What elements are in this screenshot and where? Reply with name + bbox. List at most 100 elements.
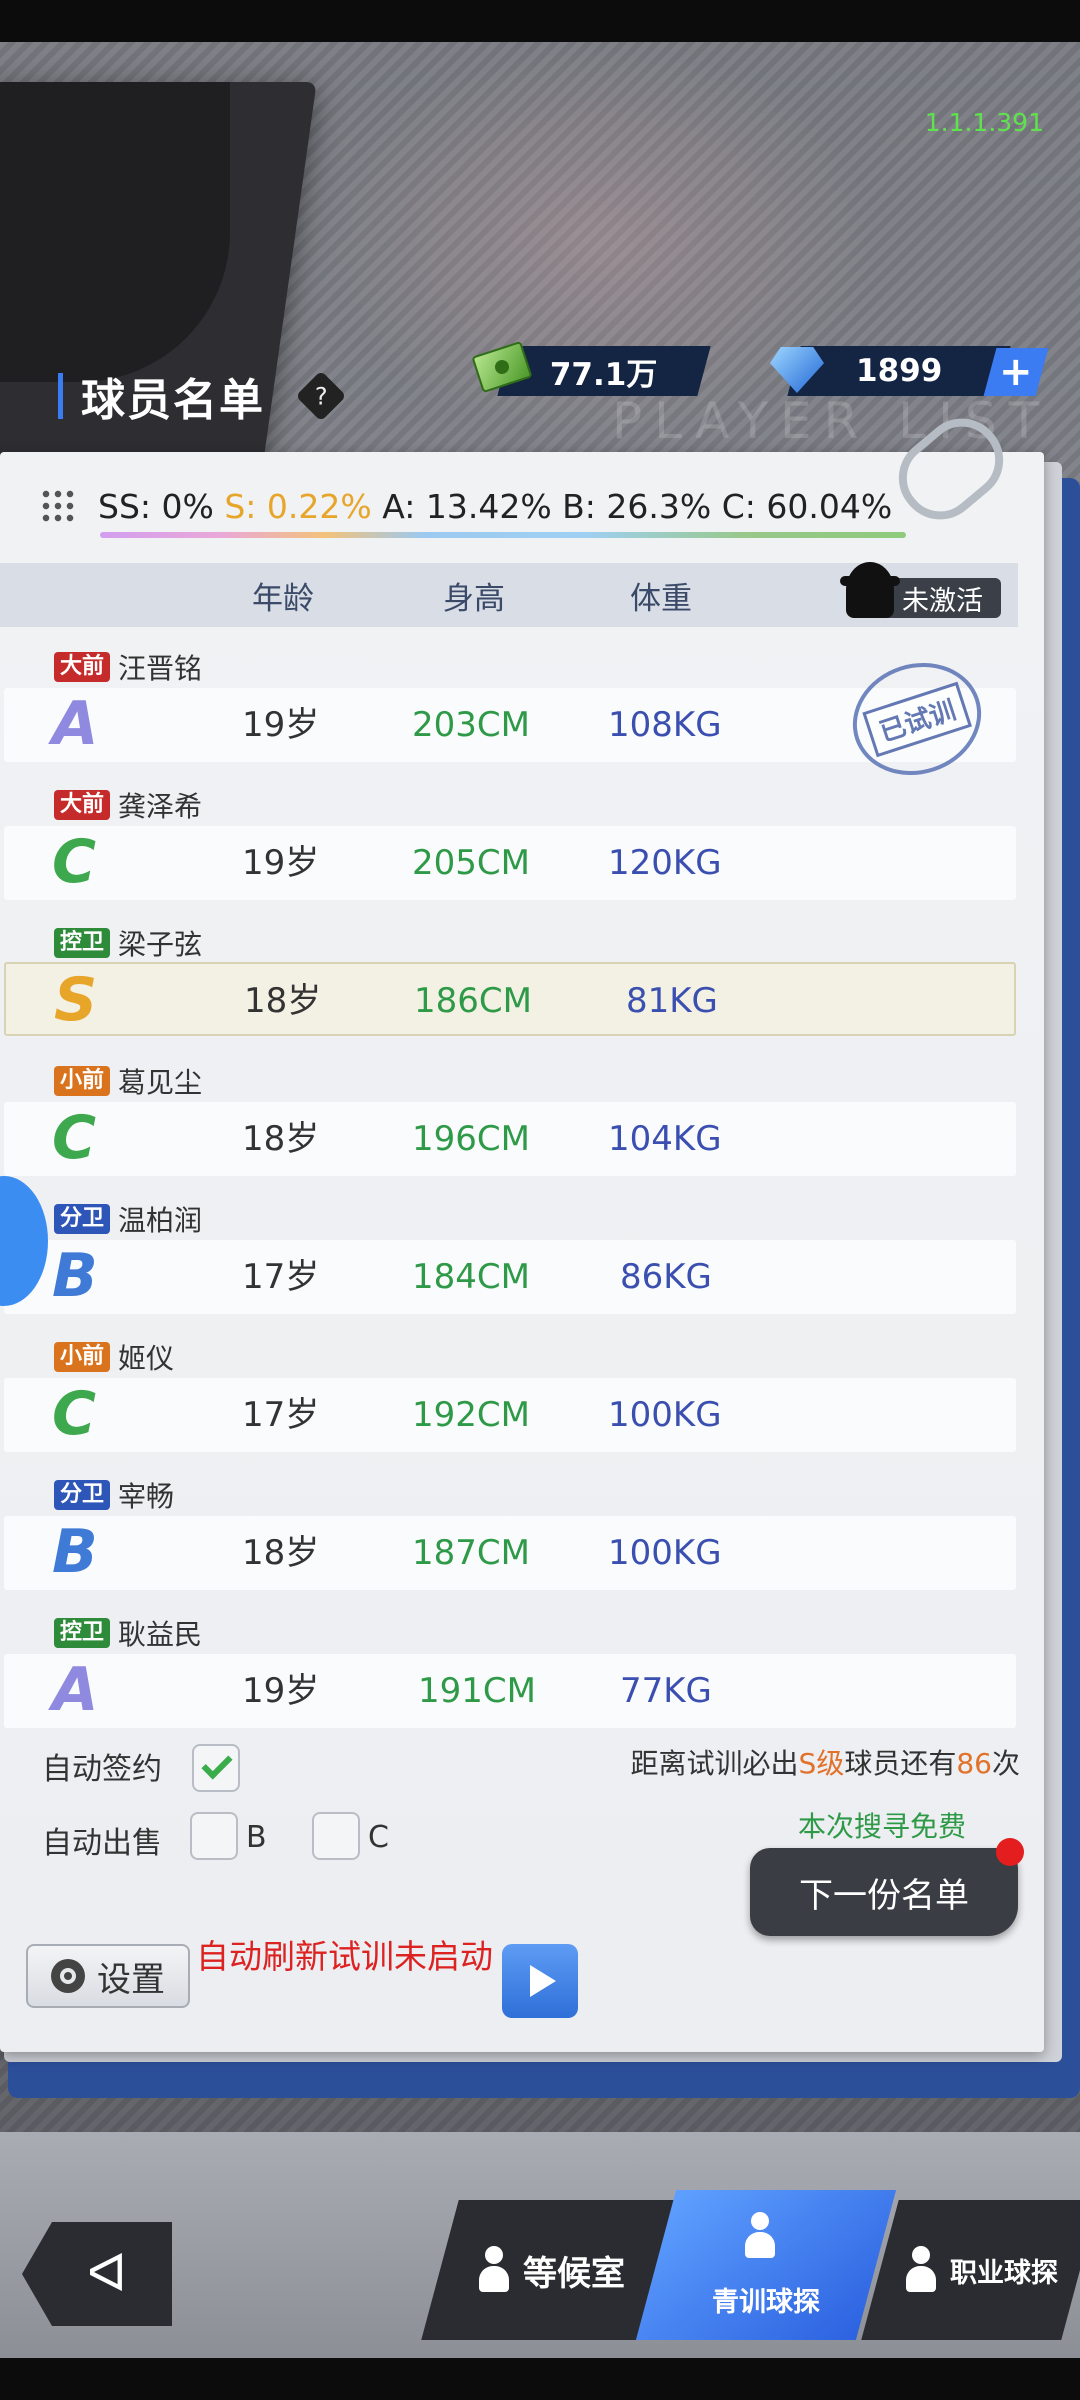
player-name: 汪晋铭 <box>118 652 203 685</box>
tab-content: 青训球探 <box>712 2211 820 2319</box>
title-accent-bar <box>58 373 63 419</box>
sell-c-checkbox[interactable] <box>312 1812 360 1860</box>
player-weight: 81KG <box>626 981 718 1021</box>
stamp-text: 已试训 <box>862 681 972 757</box>
tab-youth-scout[interactable]: 青训球探 <box>635 2190 897 2340</box>
table-row[interactable]: B 18岁 187CM 100KG <box>4 1516 1016 1590</box>
free-search-text: 本次搜寻免费 <box>798 1810 967 1843</box>
grade-badge: S <box>54 965 98 1035</box>
remain-post: 次 <box>991 1747 1020 1780</box>
player-height: 203CM <box>412 705 530 745</box>
auto-sell-label: 自动出售 <box>42 1826 162 1861</box>
position-tag: 分卫 <box>54 1480 111 1510</box>
player-age: 18岁 <box>244 981 322 1021</box>
version-label: 1.1.1.391 <box>924 108 1044 137</box>
settings-button[interactable]: 设置 <box>26 1944 190 2008</box>
auto-sign-checkbox[interactable] <box>192 1744 240 1792</box>
guarantee-counter: 距离试训必出S级球员还有86次 <box>631 1742 1020 1782</box>
status-bar-bottom <box>0 2358 1080 2400</box>
gear-icon <box>51 1959 85 1993</box>
list-item: 分卫 宰畅 <box>54 1478 175 1513</box>
list-item: 大前 龚泽希 <box>54 788 203 823</box>
tab-content: 职业球探 <box>902 2246 1058 2294</box>
gem-display: 1899 <box>787 346 1011 396</box>
play-icon <box>530 1965 556 1997</box>
help-button[interactable]: ? <box>295 370 347 422</box>
grade-badge: A <box>52 689 99 759</box>
auto-refresh-status: 自动刷新试训未启动 <box>196 1937 493 1976</box>
sell-b-label: B <box>246 1820 267 1855</box>
position-tag: 分卫 <box>54 1204 111 1234</box>
grade-badge: A <box>52 1655 99 1725</box>
player-age: 18岁 <box>242 1119 320 1159</box>
player-height: 196CM <box>412 1119 530 1159</box>
player-name: 葛见尘 <box>118 1066 203 1099</box>
header-weight: 体重 <box>630 580 692 617</box>
tab-pro-scout[interactable]: 职业球探 <box>861 2200 1080 2340</box>
checkmark-icon <box>201 1748 233 1780</box>
player-height: 205CM <box>412 843 530 883</box>
gem-value: 1899 <box>855 353 943 389</box>
position-tag: 大前 <box>54 790 111 820</box>
tab-label: 青训球探 <box>712 2286 820 2318</box>
next-list-button[interactable]: 下一份名单 <box>750 1848 1018 1936</box>
player-weight: 120KG <box>608 843 722 883</box>
position-tag: 小前 <box>54 1066 111 1096</box>
sell-b-checkbox[interactable] <box>190 1812 238 1860</box>
grade-badge: C <box>52 827 97 897</box>
table-row[interactable]: C 19岁 205CM 120KG <box>4 826 1016 900</box>
tab-label: 职业球探 <box>950 2257 1058 2289</box>
list-item: 控卫 耿益民 <box>54 1616 202 1651</box>
position-tag: 控卫 <box>54 1618 111 1648</box>
list-item: 控卫 梁子弦 <box>54 926 202 961</box>
scout-icon <box>902 2246 940 2294</box>
table-row[interactable]: C 18岁 196CM 104KG <box>4 1102 1016 1176</box>
grade-badge: C <box>52 1103 97 1173</box>
plus-icon: + <box>999 349 1033 395</box>
settings-label: 设置 <box>97 1959 165 2000</box>
seat-icon <box>475 2246 513 2294</box>
player-weight: 86KG <box>620 1257 712 1297</box>
player-name: 宰畅 <box>118 1480 175 1513</box>
table-row[interactable]: S 18岁 186CM 81KG <box>4 962 1016 1036</box>
player-name: 龚泽希 <box>118 790 203 823</box>
dist-s: S: 0.22% <box>224 486 372 526</box>
grade-badge: B <box>52 1241 98 1311</box>
player-weight: 104KG <box>608 1119 722 1159</box>
scout-icon <box>741 2211 791 2272</box>
notification-dot <box>996 1838 1024 1866</box>
start-auto-refresh-button[interactable] <box>502 1944 578 2018</box>
page-title: 球员名单 <box>81 375 265 426</box>
spy-icon <box>840 562 900 618</box>
player-age: 19岁 <box>242 1671 320 1711</box>
remain-count: 86 <box>956 1747 992 1780</box>
grade-badge: C <box>52 1379 97 1449</box>
player-height: 184CM <box>412 1257 530 1297</box>
player-weight: 77KG <box>620 1671 712 1711</box>
back-arrow-icon: ᐊ <box>87 2244 127 2304</box>
position-tag: 控卫 <box>54 928 111 958</box>
player-name: 温柏润 <box>118 1204 203 1237</box>
page-title-group: 球员名单 ? <box>58 364 347 428</box>
header-height: 身高 <box>443 580 505 617</box>
table-row[interactable]: B 17岁 184CM 86KG <box>4 1240 1016 1314</box>
auto-sign-label: 自动签约 <box>42 1752 162 1787</box>
back-button[interactable]: ᐊ <box>22 2222 172 2326</box>
tab-waiting-room[interactable]: 等候室 <box>421 2200 679 2340</box>
remain-grade: S级 <box>798 1747 845 1780</box>
position-tag: 小前 <box>54 1342 111 1372</box>
player-weight: 108KG <box>608 705 722 745</box>
player-weight: 100KG <box>608 1395 722 1435</box>
dist-ss: SS: 0% <box>98 486 214 526</box>
table-row[interactable]: C 17岁 192CM 100KG <box>4 1378 1016 1452</box>
grade-badge: B <box>52 1517 98 1587</box>
list-item: 大前 汪晋铭 <box>54 650 203 685</box>
tab-label: 等候室 <box>523 2253 625 2294</box>
tab-content: 等候室 <box>475 2246 625 2295</box>
table-row[interactable]: A 19岁 191CM 77KG <box>4 1654 1016 1728</box>
player-age: 17岁 <box>242 1395 320 1435</box>
help-icon: ? <box>314 382 328 410</box>
player-age: 19岁 <box>242 843 320 883</box>
player-age: 18岁 <box>242 1533 320 1573</box>
player-height: 186CM <box>414 981 532 1021</box>
